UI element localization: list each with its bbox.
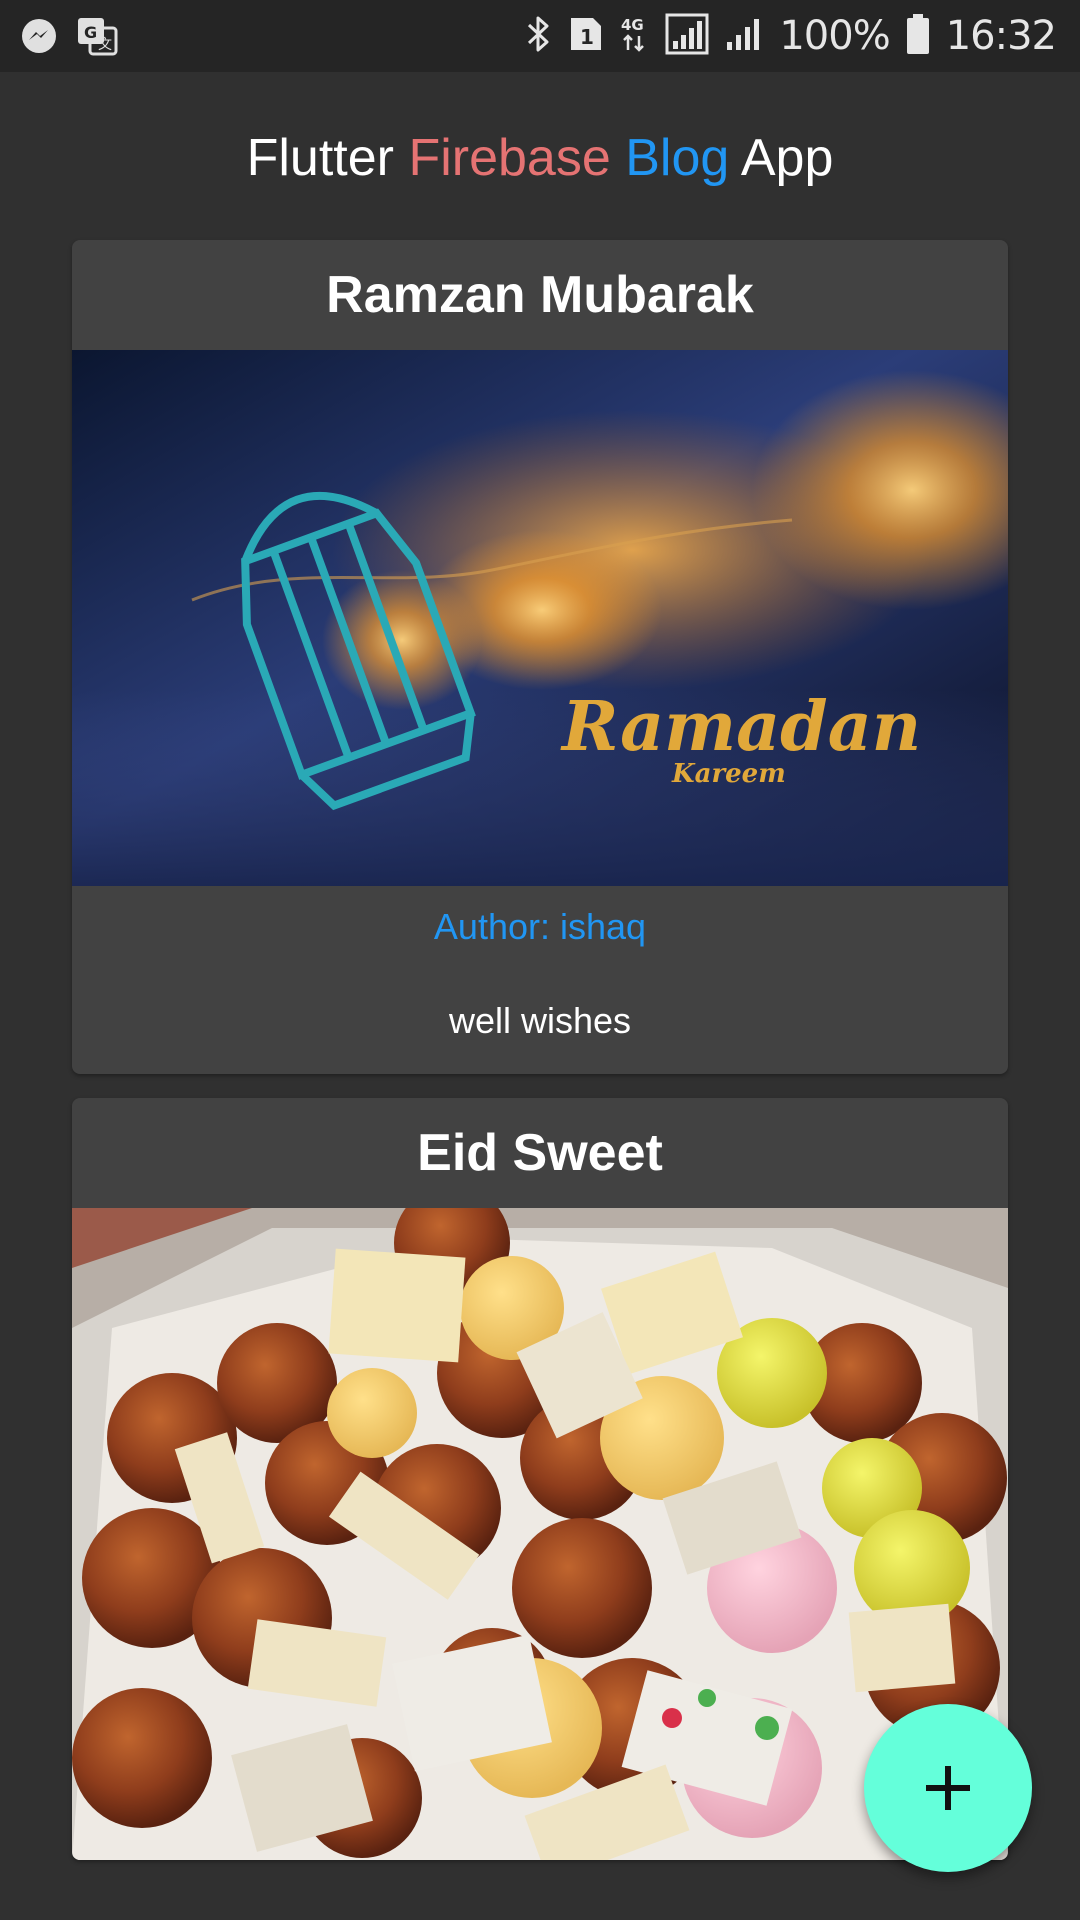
clock: 16:32 — [945, 13, 1057, 59]
signal-2-icon — [725, 14, 763, 59]
app-title-word-flutter: Flutter — [246, 129, 394, 187]
post-description: well wishes — [448, 1000, 632, 1041]
svg-text:1: 1 — [580, 25, 594, 49]
4g-data-icon: 4G — [619, 14, 649, 59]
bluetooth-icon — [525, 14, 553, 59]
image-caption-ramadan: Ramadan — [560, 687, 921, 767]
status-bar: G 文 1 4G 100% 16:32 — [0, 0, 1080, 72]
app-title-word-blog: Blog — [625, 129, 730, 187]
app-title-word-app: App — [740, 129, 834, 187]
add-post-button[interactable] — [864, 1704, 1032, 1872]
post-image: Ramadan Kareem — [72, 350, 1008, 886]
svg-text:G: G — [84, 23, 97, 42]
battery-percent: 100% — [779, 13, 890, 59]
post-title: Eid Sweet — [417, 1124, 663, 1182]
battery-icon — [906, 13, 930, 60]
add-icon — [926, 1766, 970, 1810]
sim-1-icon: 1 — [569, 16, 603, 57]
translate-icon: G 文 — [76, 16, 118, 61]
svg-text:文: 文 — [98, 37, 112, 53]
messenger-icon — [20, 17, 58, 60]
post-title: Ramzan Mubarak — [326, 266, 754, 324]
post-card[interactable]: Ramzan Mubarak Ramadan Kareem — [72, 240, 1008, 1074]
post-card[interactable]: Eid Sweet — [72, 1098, 1008, 1860]
status-bar-left: G 文 — [20, 16, 118, 61]
app-title: Flutter Firebase Blog App — [0, 126, 1080, 190]
image-caption-kareem: Kareem — [671, 759, 786, 789]
svg-text:4G: 4G — [621, 16, 644, 34]
post-author: Author: ishaq — [433, 906, 647, 947]
status-bar-right: 1 4G 100% 16:32 — [525, 0, 1057, 72]
app-title-word-firebase: Firebase — [408, 129, 611, 187]
signal-icon — [665, 13, 709, 60]
